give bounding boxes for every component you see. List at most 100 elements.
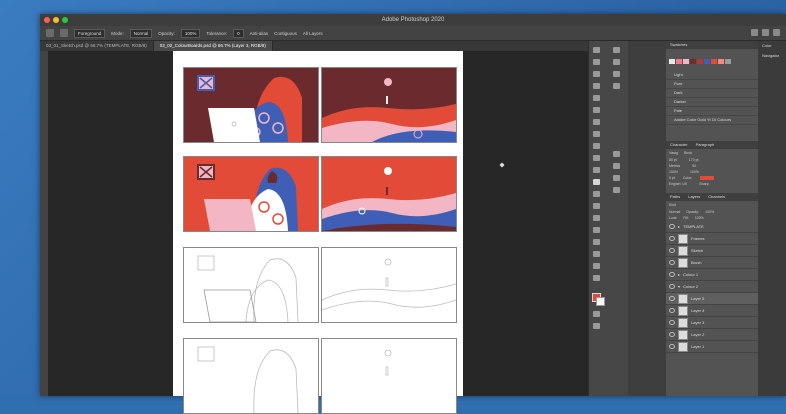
all-layers-checkbox[interactable]: All Layers — [303, 31, 323, 36]
quick-select-tool-icon[interactable] — [593, 83, 600, 89]
tab-layers[interactable]: Layers — [688, 193, 700, 201]
quick-mask-icon[interactable] — [593, 311, 600, 317]
crop-tool-icon[interactable] — [593, 95, 600, 101]
eye-icon[interactable] — [669, 344, 675, 349]
swatch-folder[interactable]: Adobe Color Gold Yt 10 Colours — [666, 116, 758, 125]
layer-row[interactable]: Layer 4 — [666, 305, 758, 317]
layer-row[interactable]: Layer 2 — [666, 329, 758, 341]
eye-icon[interactable] — [669, 296, 675, 301]
tracking-input[interactable]: 50 — [692, 164, 696, 168]
eyedropper-tool-icon[interactable] — [593, 107, 600, 113]
character-panel-icon[interactable] — [613, 151, 620, 157]
navigator-panel-tab[interactable]: Navigator — [758, 51, 786, 61]
paragraph-panel-icon[interactable] — [613, 163, 620, 169]
paint-bucket-icon[interactable] — [60, 29, 68, 37]
history-panel-icon[interactable] — [613, 47, 620, 53]
horizontal-scale-input[interactable]: 100% — [690, 170, 699, 174]
home-icon[interactable] — [46, 29, 54, 37]
path-select-icon[interactable] — [593, 227, 600, 233]
layer-row[interactable]: Sketch — [666, 245, 758, 257]
stamp-tool-icon[interactable] — [593, 143, 600, 149]
zoom-tool-icon[interactable] — [593, 263, 600, 269]
minimize-icon[interactable] — [53, 17, 59, 23]
zoom-icon[interactable] — [62, 17, 68, 23]
antialias-select[interactable]: Sharp — [699, 182, 708, 186]
layer-row[interactable]: Layer 3 — [666, 317, 758, 329]
eye-icon[interactable] — [669, 332, 675, 337]
styles-panel-icon[interactable] — [613, 187, 620, 193]
color-panel-tab[interactable]: Color — [758, 41, 786, 51]
eye-icon[interactable] — [669, 272, 675, 277]
swatch[interactable] — [711, 59, 717, 64]
swatch-folder[interactable]: Pale — [666, 107, 758, 116]
vertical-scale-input[interactable]: 100% — [669, 170, 678, 174]
swatch-folder[interactable]: Pure — [666, 80, 758, 89]
search-icon[interactable] — [751, 29, 758, 36]
font-size-input[interactable]: 80 pt — [669, 158, 677, 162]
swatch[interactable] — [676, 59, 682, 64]
shape-tool-icon[interactable] — [593, 239, 600, 245]
pen-tool-icon[interactable] — [593, 203, 600, 209]
eye-icon[interactable] — [669, 284, 675, 289]
move-tool-icon[interactable] — [593, 47, 600, 53]
swatch[interactable] — [683, 59, 689, 64]
layer-row[interactable]: ▾ Colour 2 — [666, 281, 758, 293]
tab-channels[interactable]: Channels — [708, 193, 725, 201]
font-family-select[interactable]: Varag — [669, 151, 678, 155]
layer-row[interactable]: Layer 5 — [666, 293, 758, 305]
tab-paragraph[interactable]: Paragraph — [696, 141, 715, 149]
history-brush-icon[interactable] — [593, 155, 600, 161]
tab-sketch[interactable]: 03_01_Sketch.psd @ 66.7% (TEMPLATE, RGB/… — [40, 41, 154, 51]
leading-input[interactable]: 170 pt — [689, 158, 699, 162]
document-page[interactable] — [173, 51, 463, 414]
kerning-select[interactable]: Metrics — [669, 164, 680, 168]
text-color-swatch[interactable] — [700, 176, 715, 180]
eye-icon[interactable] — [669, 248, 675, 253]
libraries-panel-icon[interactable] — [613, 83, 620, 89]
eye-icon[interactable] — [669, 224, 675, 229]
dodge-tool-icon[interactable] — [593, 191, 600, 197]
swatch[interactable] — [704, 59, 710, 64]
eye-icon[interactable] — [669, 260, 675, 265]
hand-tool-icon[interactable] — [593, 251, 600, 257]
opacity-input[interactable]: 100% — [180, 28, 201, 38]
swatch[interactable] — [718, 59, 724, 64]
layer-opacity-input[interactable]: 100% — [705, 210, 714, 214]
eye-icon[interactable] — [669, 308, 675, 313]
tab-paths[interactable]: Paths — [670, 193, 680, 201]
lasso-tool-icon[interactable] — [593, 71, 600, 77]
mode-select[interactable]: Normal — [129, 28, 153, 38]
baseline-input[interactable]: 0 pt — [669, 176, 675, 180]
adjustments-panel-icon[interactable] — [613, 71, 620, 77]
more-tools-icon[interactable] — [593, 275, 600, 281]
font-style-select[interactable]: Book — [684, 151, 692, 155]
layer-row[interactable]: Layer 1 — [666, 341, 758, 353]
window-controls[interactable] — [44, 17, 68, 23]
language-select[interactable]: English: UK — [669, 182, 687, 186]
swatch[interactable] — [697, 59, 703, 64]
background-color-swatch[interactable] — [596, 297, 605, 306]
marquee-tool-icon[interactable] — [593, 59, 600, 65]
layer-row[interactable]: ▸ TEMPLATE — [666, 221, 758, 233]
healing-tool-icon[interactable] — [593, 119, 600, 125]
brush-tool-icon[interactable] — [593, 131, 600, 137]
close-icon[interactable] — [44, 17, 50, 23]
blend-mode-select[interactable]: Normal — [669, 210, 680, 214]
workspace-icon[interactable] — [762, 29, 769, 36]
fill-source-select[interactable]: Foreground — [74, 28, 106, 38]
share-icon[interactable] — [773, 29, 780, 36]
swatch-folder[interactable]: Darker — [666, 98, 758, 107]
properties-panel-icon[interactable] — [613, 59, 620, 65]
eraser-tool-icon[interactable] — [593, 167, 600, 173]
paint-bucket-tool-icon[interactable] — [593, 179, 600, 185]
eye-icon[interactable] — [669, 236, 675, 241]
layer-row[interactable]: Frames — [666, 233, 758, 245]
kind-filter[interactable]: Kind — [669, 203, 676, 207]
swatch[interactable] — [725, 59, 731, 64]
swatch[interactable] — [690, 59, 696, 64]
layer-row[interactable]: Brush — [666, 257, 758, 269]
layer-row[interactable]: ▸ Colour 1 — [666, 269, 758, 281]
swatch-folder[interactable]: Light — [666, 71, 758, 80]
antialias-checkbox[interactable]: Anti-alias — [250, 31, 269, 36]
contiguous-checkbox[interactable]: Contiguous — [274, 31, 297, 36]
